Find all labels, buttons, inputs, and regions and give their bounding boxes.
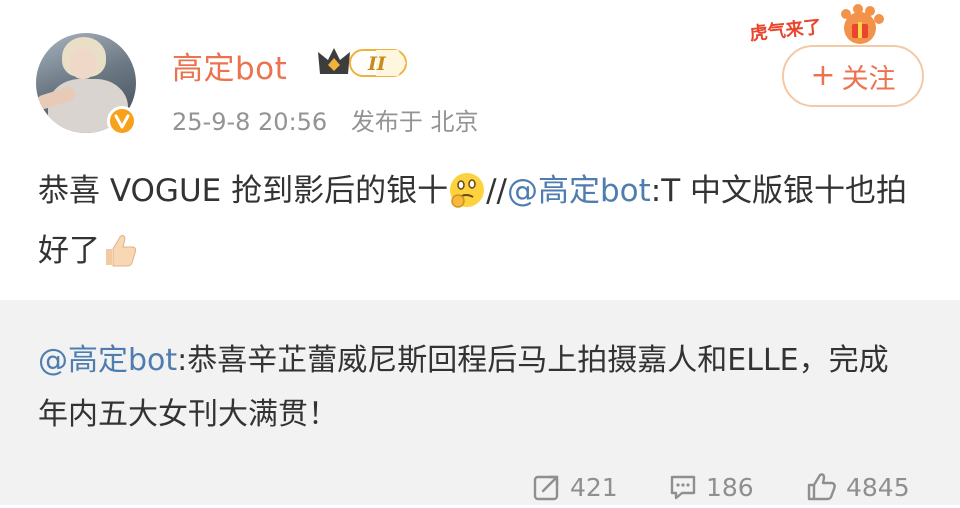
follow-button[interactable]: + 关注 (782, 45, 924, 107)
location: 发布于 北京 (350, 108, 479, 136)
thumbs-up-icon (807, 473, 836, 501)
mention-link[interactable]: @高定bot (507, 173, 651, 209)
timestamp[interactable]: 25-9-8 20:56 (172, 108, 327, 136)
level-badge-text: II (367, 53, 387, 75)
sticker-text: 虎气来了 (749, 16, 823, 45)
comment-count: 186 (706, 472, 754, 502)
thinking-emoji-icon (448, 171, 486, 225)
post-content: 恭喜 VOGUE 抢到影后的银十//@高定bot:T 中文版银十也拍好了 (38, 165, 918, 285)
share-icon (533, 475, 559, 501)
thumbs-up-emoji-icon (100, 231, 140, 285)
repost-mention-link[interactable]: @高定bot (38, 343, 177, 378)
content-text: 恭喜 VOGUE 抢到影后的银十 (38, 173, 449, 209)
crown-level-icon[interactable]: II (316, 44, 408, 84)
comment-icon (670, 475, 696, 500)
avatar[interactable] (36, 33, 137, 136)
like-count: 4845 (846, 472, 910, 502)
comment-button[interactable]: 186 (668, 472, 754, 502)
like-button[interactable]: 4845 (806, 472, 910, 502)
verified-icon (107, 106, 137, 136)
repost-separator: // (486, 173, 507, 209)
repost-count: 421 (570, 472, 618, 502)
plus-icon: + (810, 58, 836, 93)
reposted-original[interactable]: @高定bot:恭喜辛芷蕾威尼斯回程后马上拍摄嘉人和ELLE，完成年内五大女刊大满… (0, 300, 960, 505)
post-meta: 25-9-8 20:56 发布于 北京 (172, 102, 494, 137)
weibo-post-card: 高定bot II 25-9-8 20:56 发布于 北京 虎气来了 + 关注 恭… (0, 0, 960, 300)
action-bar: 421 186 4845 (0, 472, 960, 508)
repost-content: @高定bot:恭喜辛芷蕾威尼斯回程后马上拍摄嘉人和ELLE，完成年内五大女刊大满… (38, 334, 918, 442)
repost-button[interactable]: 421 (532, 472, 618, 502)
username[interactable]: 高定bot (172, 43, 287, 88)
follow-label: 关注 (841, 63, 896, 95)
